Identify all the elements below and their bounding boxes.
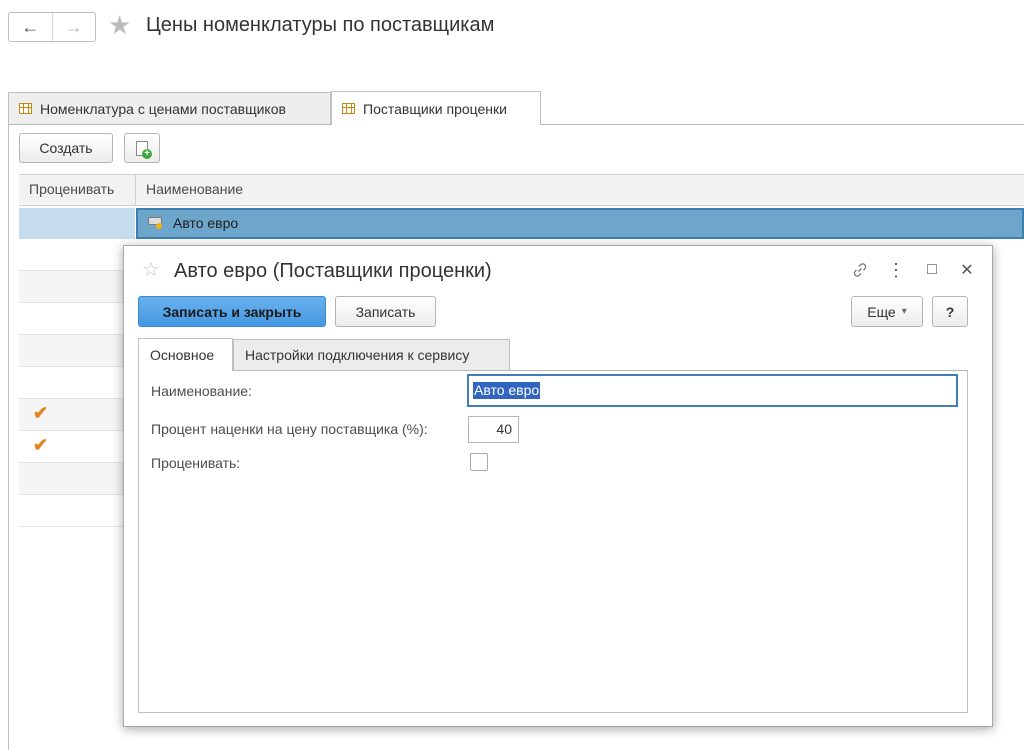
back-arrow-icon[interactable]: ←	[9, 13, 52, 41]
table-icon	[19, 103, 32, 114]
checkmark-icon: ✔	[33, 403, 49, 423]
content-border	[8, 124, 9, 750]
markup-percent-label: Процент наценки на цену поставщика (%):	[151, 421, 428, 437]
table-row[interactable]	[19, 239, 124, 271]
tab-main[interactable]: Основное	[138, 338, 233, 371]
name-field[interactable]	[467, 374, 958, 407]
table-row-selected-cell[interactable]	[19, 208, 135, 239]
markup-percent-field[interactable]: 40	[468, 416, 519, 443]
new-document-icon: +	[136, 140, 152, 159]
new-document-button[interactable]: +	[124, 133, 160, 163]
table-row-selected[interactable]	[136, 208, 1024, 239]
column-header-reprice[interactable]: Проценивать	[29, 181, 114, 197]
tab-label: Поставщики проценки	[363, 100, 507, 117]
maximize-icon[interactable]: □	[920, 258, 944, 282]
more-menu-icon[interactable]: ⋮	[884, 258, 908, 282]
favorite-star-icon[interactable]: ★	[108, 11, 131, 39]
more-button[interactable]: Еще ▾	[851, 296, 923, 327]
table-row[interactable]	[19, 271, 124, 303]
column-header-name[interactable]: Наименование	[146, 181, 243, 197]
nav-buttons: ← →	[8, 12, 96, 42]
table-row[interactable]	[19, 463, 124, 495]
table-row[interactable]	[19, 367, 124, 399]
tab-service-connection[interactable]: Настройки подключения к сервису	[233, 339, 510, 370]
help-button[interactable]: ?	[932, 296, 968, 327]
supplier-status-dot	[156, 223, 162, 229]
table-row[interactable]	[19, 495, 124, 527]
tab-repricing-suppliers[interactable]: Поставщики проценки	[331, 91, 541, 125]
save-and-close-button[interactable]: Записать и закрыть	[138, 296, 326, 327]
name-label: Наименование:	[151, 383, 252, 399]
close-icon[interactable]: ✕	[955, 258, 979, 282]
forward-arrow-icon[interactable]: →	[51, 13, 96, 41]
star-icon[interactable]: ☆	[142, 258, 160, 282]
plus-icon: +	[142, 148, 152, 159]
table-row[interactable]	[19, 335, 124, 367]
chevron-down-icon: ▾	[901, 306, 907, 317]
table-icon	[342, 103, 355, 114]
checkmark-icon: ✔	[33, 435, 49, 455]
tab-nomenclature-prices[interactable]: Номенклатура с ценами поставщиков	[8, 92, 331, 124]
create-button[interactable]: Создать	[19, 133, 113, 163]
reprice-label: Проценивать:	[151, 455, 241, 471]
reprice-checkbox[interactable]	[470, 453, 488, 471]
name-field-value[interactable]: Авто евро	[473, 382, 541, 399]
tab-label: Номенклатура с ценами поставщиков	[40, 100, 286, 117]
chain-link-icon	[853, 263, 867, 277]
column-separator	[135, 174, 136, 206]
dialog-title: Авто евро (Поставщики проценки)	[174, 260, 492, 282]
link-icon[interactable]	[848, 258, 872, 282]
row-name: Авто евро	[173, 215, 239, 231]
page-title: Цены номенклатуры по поставщикам	[146, 14, 495, 36]
save-button[interactable]: Записать	[335, 296, 436, 327]
table-row[interactable]	[19, 303, 124, 335]
more-label: Еще	[867, 303, 896, 320]
